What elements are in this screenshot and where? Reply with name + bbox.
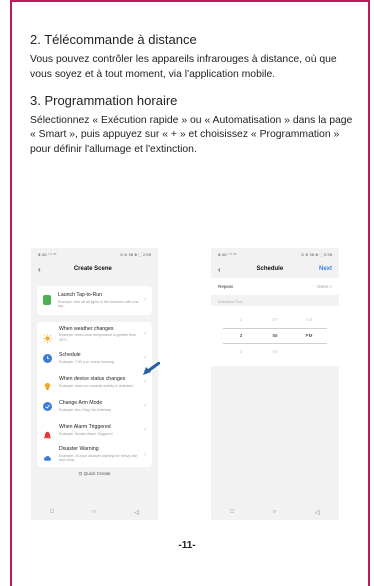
picker-value: PM [305, 333, 313, 338]
alarm-icon [43, 426, 52, 439]
screen-title: Create Scene [73, 266, 112, 272]
chevron-right-icon: › [144, 451, 146, 458]
chevron-right-icon: › [144, 297, 146, 304]
recents-icon[interactable]: □ [50, 509, 54, 516]
minute-column[interactable]: 57 58 59 [261, 312, 289, 360]
section-heading: 3. Programmation horaire [30, 92, 178, 108]
item-subtitle: Example: 7:00 a.m. every morning. [59, 359, 115, 364]
item-subtitle: Example: turn off all lights in the bedr… [58, 299, 139, 309]
repeat-row[interactable]: Repeat Once > [211, 278, 339, 295]
section-scheduling: 3. Programmation horaire Sélectionnez « … [30, 93, 360, 158]
item-title: Launch Tap-to-Run [58, 292, 103, 298]
list-item[interactable]: Disaster Warning Example: 24-hour disast… [37, 442, 152, 467]
bulb-icon [43, 378, 52, 390]
next-button[interactable]: Next [319, 266, 332, 272]
list-item[interactable]: Launch Tap-to-Run Example: turn off all … [43, 292, 146, 309]
item-subtitle: Example: Smoke Alarm Triggered [59, 431, 113, 436]
launch-tap-to-run-card[interactable]: Launch Tap-to-Run Example: turn off all … [37, 286, 152, 315]
chevron-right-icon: › [144, 331, 146, 338]
back-nav-icon[interactable]: ◁ [134, 509, 139, 516]
nav-bar: ‹ Schedule Next [211, 262, 339, 276]
item-subtitle: Example: when local temperature is great… [59, 333, 137, 342]
phone-screenshot-schedule: Ⅲ 4G ᵗ ᵃˡ ⁴ᴳ ⊡ ⊕ 56 ✻ ⬚ 2:56 ‹ Schedule … [211, 248, 339, 520]
cloud-icon [43, 450, 52, 461]
page-border-top [10, 0, 370, 2]
item-subtitle: Example: when an unusual activity is det… [59, 383, 134, 388]
chevron-right-icon: › [144, 379, 146, 386]
pointer-arrow-icon [143, 362, 160, 375]
recents-icon[interactable]: □ [230, 509, 234, 516]
execution-time-label: Execution Time [218, 300, 243, 304]
status-bar: Ⅲ 4G ᵗ ᵃˡ ⁴ᴳ ⊡ ⊕ 56 ✻ ⬚ 2:56 [211, 248, 339, 262]
repeat-label: Repeat [218, 284, 233, 289]
phone-screenshot-create-scene: Ⅲ 4G ᵗ ᵃˡ ⁴ᴳ ⊡ ⊕ 56 ✻ ⬚ 2:56 ‹ Create Sc… [31, 248, 158, 520]
page-number: -11- [178, 540, 196, 551]
item-subtitle: Example: 24-hour disaster warning for he… [59, 453, 138, 463]
chevron-right-icon: › [144, 427, 146, 434]
system-nav-bar: □ ○ ◁ [211, 509, 339, 516]
signal-indicators: Ⅲ 4G ᵗ ᵃˡ ⁴ᴳ [38, 253, 57, 257]
sun-icon [43, 330, 52, 343]
picker-value: 58 [272, 333, 278, 338]
picker-value: 59 [272, 349, 278, 354]
section-heading: 2. Télécommande à distance [30, 32, 197, 47]
repeat-value: Once > [317, 284, 332, 289]
section-remote-control: 2. Télécommande à distance Vous pouvez c… [30, 32, 360, 83]
item-subtitle: Example: Arm Stay Via Gateway [59, 407, 111, 412]
section-body: Sélectionnez « Exécution rapide » ou « A… [30, 114, 353, 156]
condition-list: When weather changes Example: when local… [37, 321, 152, 468]
chevron-right-icon: › [144, 403, 146, 410]
chevron-right-icon: › [144, 355, 146, 362]
time-picker[interactable]: 1 2 3 57 58 59 AM PM [211, 306, 339, 366]
tap-icon [43, 295, 51, 306]
signal-indicators: Ⅲ 4G ᵗ ᵃˡ ⁴ᴳ [218, 253, 237, 257]
list-item[interactable]: Schedule Example: 7:00 a.m. every mornin… [37, 346, 152, 370]
status-bar: Ⅲ 4G ᵗ ᵃˡ ⁴ᴳ ⊡ ⊕ 56 ✻ ⬚ 2:56 [31, 248, 158, 262]
list-item[interactable]: When device status changes Example: when… [37, 370, 152, 394]
picker-value: AM [305, 317, 313, 322]
check-shield-icon [43, 401, 52, 411]
nav-bar: ‹ Create Scene [31, 262, 158, 276]
hour-column[interactable]: 1 2 3 [227, 312, 255, 360]
ampm-column[interactable]: AM PM [295, 312, 323, 360]
status-right: ⊡ ⊕ 56 ✻ ⬚ 2:56 [301, 253, 332, 257]
picker-value: 3 [239, 349, 243, 354]
system-nav-bar: □ ○ ◁ [31, 509, 158, 516]
item-title: Change Arm Mode [59, 400, 103, 407]
picker-value: 1 [239, 317, 243, 322]
picker-value: 57 [272, 317, 278, 322]
picker-value: 2 [239, 333, 243, 338]
item-title: Disaster Warning [59, 446, 99, 453]
item-title: When device status changes [59, 376, 126, 383]
item-title: When Alarm Triggered [59, 424, 111, 431]
home-icon[interactable]: ○ [92, 509, 96, 516]
home-icon[interactable]: ○ [273, 509, 277, 516]
list-item[interactable]: When Alarm Triggered Example: Smoke Alar… [37, 418, 152, 442]
list-item[interactable]: When weather changes Example: when local… [37, 322, 152, 347]
picker-value [295, 344, 323, 360]
item-title: Schedule [59, 352, 81, 359]
status-right: ⊡ ⊕ 56 ✻ ⬚ 2:56 [120, 253, 151, 257]
back-nav-icon[interactable]: ◁ [315, 509, 320, 516]
clock-icon [43, 353, 52, 363]
screen-title: Schedule [256, 266, 284, 272]
list-item[interactable]: Change Arm Mode Example: Arm Stay Via Ga… [37, 394, 152, 418]
page-border-right [368, 0, 370, 586]
document-content: 2. Télécommande à distance Vous pouvez c… [30, 32, 360, 158]
quick-create-button[interactable]: ⊡ Quick Create [31, 471, 158, 477]
item-title: When weather changes [59, 325, 114, 332]
section-body: Vous pouvez contrôler les appareils infr… [30, 54, 337, 80]
page-border-left [10, 0, 12, 586]
